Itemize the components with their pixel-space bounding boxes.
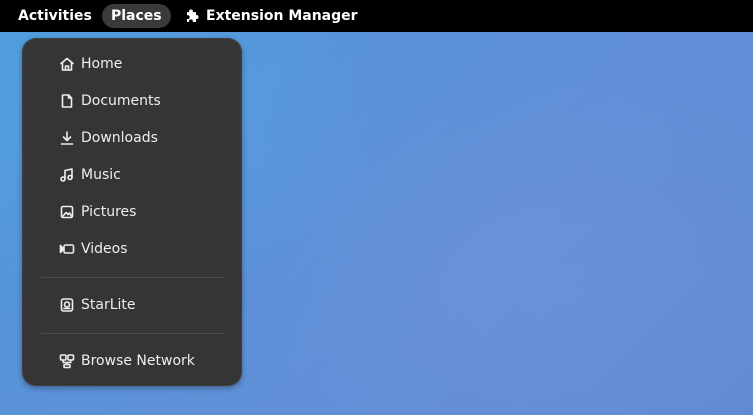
places-item-label: Browse Network bbox=[81, 353, 195, 369]
top-bar: Activities Places Extension Manager bbox=[0, 0, 753, 32]
places-item-label: Videos bbox=[81, 241, 128, 257]
activities-button[interactable]: Activities bbox=[9, 4, 101, 28]
places-menu: Home Documents Downloads Music Pictures … bbox=[22, 38, 242, 386]
places-item-label: Documents bbox=[81, 93, 161, 109]
home-icon bbox=[59, 56, 75, 72]
places-item-home[interactable]: Home bbox=[37, 49, 227, 79]
places-item-label: Music bbox=[81, 167, 121, 183]
menu-separator bbox=[41, 333, 225, 334]
places-item-browse-network[interactable]: Browse Network bbox=[37, 346, 227, 376]
places-item-music[interactable]: Music bbox=[37, 160, 227, 190]
picture-icon bbox=[59, 204, 75, 220]
places-item-label: Pictures bbox=[81, 204, 137, 220]
network-icon bbox=[59, 353, 75, 369]
drive-icon bbox=[59, 297, 75, 313]
video-icon bbox=[59, 241, 75, 257]
places-item-documents[interactable]: Documents bbox=[37, 86, 227, 116]
extension-manager-button[interactable]: Extension Manager bbox=[176, 4, 367, 28]
puzzle-piece-icon bbox=[187, 9, 199, 22]
music-icon bbox=[59, 167, 75, 183]
places-item-label: Home bbox=[81, 56, 123, 72]
places-item-videos[interactable]: Videos bbox=[37, 234, 227, 264]
menu-separator bbox=[41, 277, 225, 278]
places-item-label: StarLite bbox=[81, 297, 136, 313]
places-item-downloads[interactable]: Downloads bbox=[37, 123, 227, 153]
extension-manager-label: Extension Manager bbox=[206, 8, 358, 24]
places-item-label: Downloads bbox=[81, 130, 158, 146]
places-item-pictures[interactable]: Pictures bbox=[37, 197, 227, 227]
places-menu-button[interactable]: Places bbox=[102, 4, 171, 28]
document-icon bbox=[59, 93, 75, 109]
download-icon bbox=[59, 130, 75, 146]
places-item-starlite[interactable]: StarLite bbox=[37, 290, 227, 320]
